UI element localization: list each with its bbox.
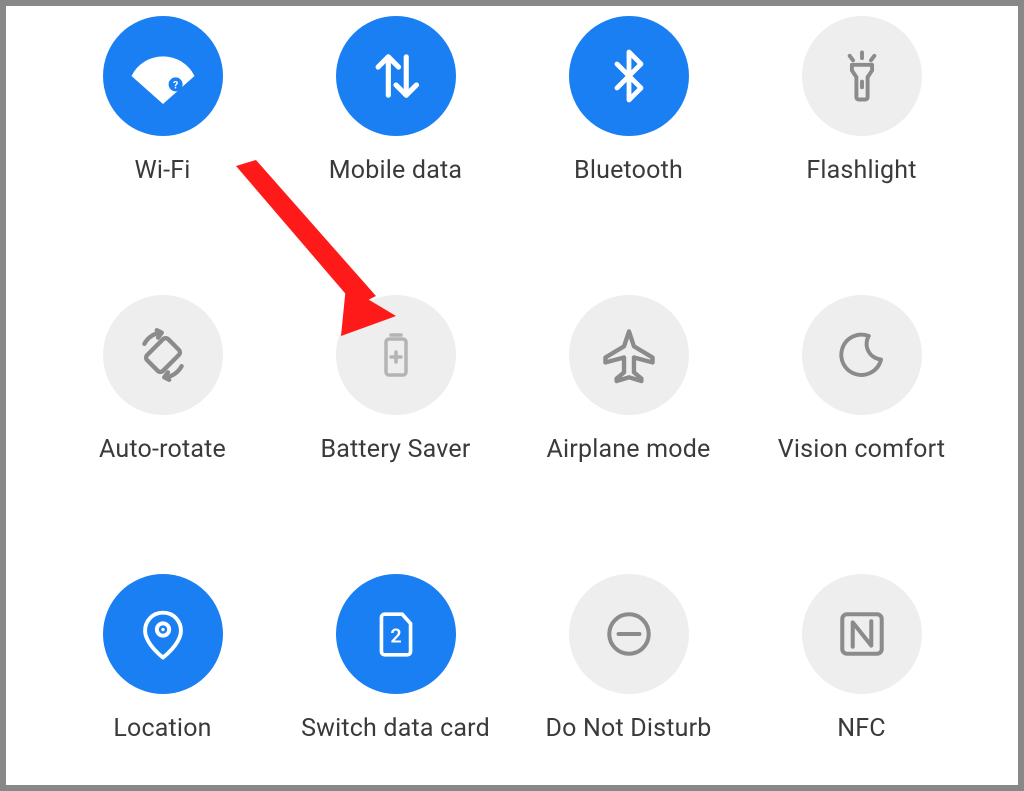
quick-settings-panel: ? Wi-Fi Mobile data Bluet [0, 0, 1024, 791]
tile-label: Do Not Disturb [546, 714, 712, 743]
location-icon [103, 574, 223, 694]
tile-label: NFC [837, 714, 886, 743]
tile-bluetooth[interactable]: Bluetooth [519, 16, 739, 185]
tile-auto-rotate[interactable]: Auto-rotate [53, 295, 273, 464]
tile-label: Switch data card [301, 714, 490, 743]
tile-switch-data-card[interactable]: 2 Switch data card [286, 574, 506, 743]
tile-label: Airplane mode [547, 435, 711, 464]
tile-label: Auto-rotate [99, 435, 226, 464]
tile-do-not-disturb[interactable]: Do Not Disturb [519, 574, 739, 743]
airplane-icon [569, 295, 689, 415]
flashlight-icon [802, 16, 922, 136]
battery-saver-icon [336, 295, 456, 415]
quick-settings-grid: ? Wi-Fi Mobile data Bluet [46, 16, 978, 743]
tile-label: Battery Saver [320, 435, 470, 464]
tile-label: Flashlight [806, 156, 916, 185]
tile-label: Wi-Fi [134, 156, 190, 185]
sim-card-icon: 2 [336, 574, 456, 694]
svg-text:?: ? [172, 79, 177, 92]
tile-airplane-mode[interactable]: Airplane mode [519, 295, 739, 464]
bluetooth-icon [569, 16, 689, 136]
tile-vision-comfort[interactable]: Vision comfort [752, 295, 972, 464]
tile-wifi[interactable]: ? Wi-Fi [53, 16, 273, 185]
mobile-data-icon [336, 16, 456, 136]
auto-rotate-icon [103, 295, 223, 415]
svg-text:2: 2 [390, 624, 401, 647]
tile-label: Location [113, 714, 211, 743]
tile-label: Vision comfort [778, 435, 946, 464]
do-not-disturb-icon [569, 574, 689, 694]
nfc-icon [802, 574, 922, 694]
tile-location[interactable]: Location [53, 574, 273, 743]
tile-nfc[interactable]: NFC [752, 574, 972, 743]
tile-mobile-data[interactable]: Mobile data [286, 16, 506, 185]
moon-icon [802, 295, 922, 415]
tile-flashlight[interactable]: Flashlight [752, 16, 972, 185]
tile-label: Mobile data [329, 156, 462, 185]
tile-battery-saver[interactable]: Battery Saver [286, 295, 506, 464]
tile-label: Bluetooth [574, 156, 683, 185]
wifi-icon: ? [103, 16, 223, 136]
